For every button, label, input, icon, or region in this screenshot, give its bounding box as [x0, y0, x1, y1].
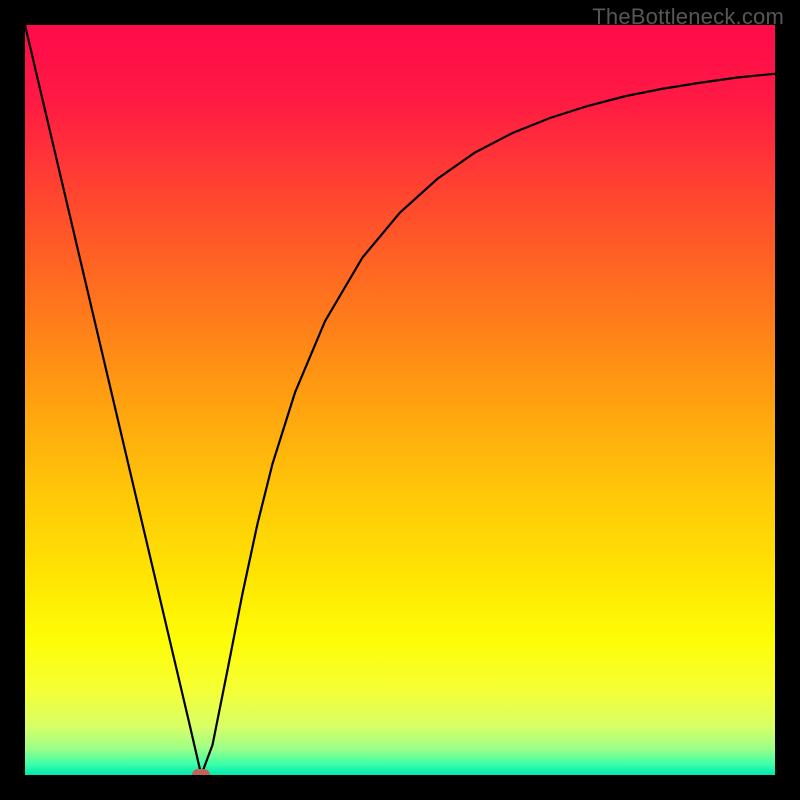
plot-area [25, 25, 775, 775]
bottleneck-curve [25, 25, 775, 775]
watermark-text: TheBottleneck.com [592, 4, 784, 30]
curve-marker [192, 769, 210, 775]
chart-frame: TheBottleneck.com [0, 0, 800, 800]
